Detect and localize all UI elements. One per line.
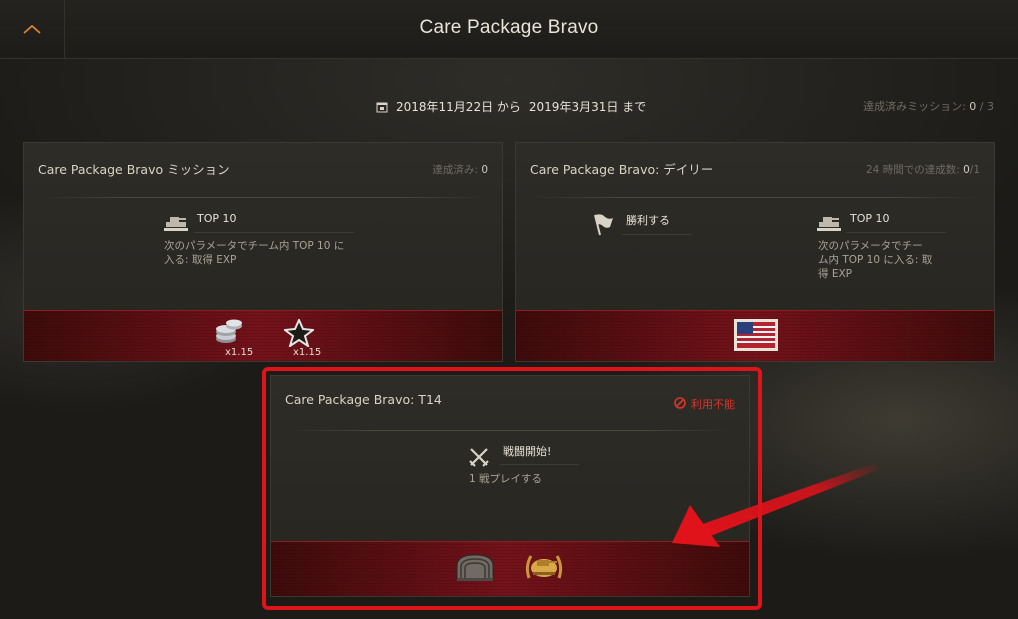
pointer-arrow-icon <box>672 463 880 547</box>
condition-desc-line-1: 次のパラメータでチーム内 TOP 10 に <box>164 240 345 252</box>
card-title: Care Package Bravo: デイリー <box>530 162 714 177</box>
total-progress-label: 達成済みミッション: <box>863 100 966 113</box>
condition-underline <box>846 232 946 233</box>
rewards-band: x1.15 x1.15 <box>24 310 502 361</box>
calendar-icon <box>376 101 388 113</box>
mission-card-daily[interactable]: Care Package Bravo: デイリー 24 時間での達成数: 0/1… <box>515 142 995 362</box>
us-flag-stamp-icon <box>734 319 778 355</box>
card-progress-value: 0 <box>963 164 970 176</box>
rewards-band <box>516 310 994 361</box>
mission-card-main[interactable]: Care Package Bravo ミッション 達成済み: 0 TOP 10 … <box>23 142 503 362</box>
condition-desc-line-2: ム内 TOP 10 に入る: 取 <box>818 254 933 266</box>
condition-desc-line-1: 次のパラメータでチー <box>818 240 923 252</box>
total-progress-done: 0 <box>969 100 977 113</box>
card-progress-value: 0 <box>481 164 488 176</box>
card-progress-total: /1 <box>969 164 980 176</box>
condition-title: TOP 10 <box>850 212 890 225</box>
reward-multiplier: x1.15 <box>225 347 254 358</box>
total-progress-total: / 3 <box>979 100 994 113</box>
card-progress: 達成済み: 0 <box>432 162 488 177</box>
total-missions-progress: 達成済みミッション: 0 / 3 <box>863 98 994 114</box>
condition-title: TOP 10 <box>197 212 237 225</box>
condition-underline <box>194 232 354 233</box>
card-progress-label: 24 時間での達成数: <box>866 164 960 176</box>
top-bar: Care Package Bravo <box>0 0 1018 59</box>
credits-coins-icon <box>214 317 244 349</box>
condition-title: 勝利する <box>626 214 670 227</box>
card-divider <box>530 197 980 198</box>
card-divider <box>38 197 488 198</box>
condition-desc-line-2: 入る: 取得 EXP <box>164 254 237 266</box>
period-to: 2019年3月31日 まで <box>528 100 647 114</box>
page-title: Care Package Bravo <box>419 17 599 38</box>
period-from: 2018年11月22日 から <box>396 100 521 114</box>
condition-underline <box>622 234 692 235</box>
flag-icon <box>592 213 614 241</box>
event-period: 2018年11月22日 から 2019年3月31日 まで <box>376 98 646 115</box>
condition-desc-line-3: 得 EXP <box>818 268 852 280</box>
card-progress: 24 時間での達成数: 0/1 <box>866 162 980 177</box>
tank-icon <box>164 213 188 237</box>
reward-multiplier: x1.15 <box>293 347 322 358</box>
tank-icon <box>817 213 841 237</box>
card-title: Care Package Bravo ミッション <box>38 162 230 177</box>
card-progress-label: 達成済み: <box>432 164 478 176</box>
